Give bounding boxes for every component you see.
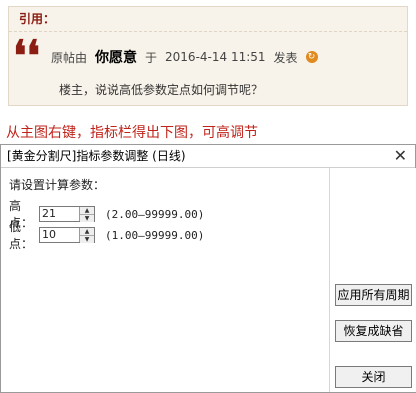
- param-row-low: 低点： 10 ▲ ▼ (1.00—99999.00): [9, 218, 204, 252]
- low-point-stepper[interactable]: 10 ▲ ▼: [39, 227, 95, 243]
- close-button[interactable]: 关闭: [335, 366, 412, 388]
- posted-label: 发表: [273, 50, 298, 65]
- apply-all-periods-button[interactable]: 应用所有周期: [335, 284, 412, 306]
- quote-meta: 原帖由 你愿意 于 2016-4-14 11:51 发表 ↻: [51, 47, 318, 67]
- param-range: (1.00—99999.00): [105, 228, 205, 242]
- quote-body: 楼主，说说高低参数定点如何调节呢？: [59, 83, 264, 97]
- low-point-input[interactable]: 10: [40, 228, 79, 242]
- quote-mark-icon: ❛❛: [13, 31, 41, 80]
- param-label: 低点：: [9, 220, 34, 251]
- dialog-body: 请设置计算参数： 高点： 21 ▲ ▼ (2.00—99999.00) 低点： …: [1, 168, 329, 392]
- dialog-title: [黄金分割尺]指标参数调整 (日线): [1, 145, 415, 168]
- goto-post-icon[interactable]: ↻: [305, 51, 318, 63]
- spin-up-icon[interactable]: ▲: [80, 228, 94, 235]
- dialog-button-panel: 应用所有周期 恢复成缺省 关闭: [329, 168, 416, 392]
- quote-header: 引用：: [9, 7, 407, 32]
- quote-box: 引用： ❛❛ 原帖由 你愿意 于 2016-4-14 11:51 发表 ↻ 楼主…: [8, 6, 408, 106]
- indicator-params-dialog: [黄金分割尺]指标参数调整 (日线) ✕ 请设置计算参数： 高点： 21 ▲ ▼…: [0, 144, 416, 393]
- spin-down-icon[interactable]: ▼: [80, 235, 94, 243]
- caption-text: 从主图右键，指标栏得出下图，可高调节: [6, 125, 258, 141]
- original-by-label: 原帖由: [51, 50, 88, 65]
- params-prompt: 请设置计算参数：: [9, 178, 106, 192]
- restore-default-button[interactable]: 恢复成缺省: [335, 320, 412, 342]
- at-label: 于: [145, 50, 158, 65]
- close-icon[interactable]: ✕: [394, 145, 407, 167]
- spin-up-icon[interactable]: ▲: [80, 207, 94, 214]
- post-datetime: 2016-4-14 11:51: [165, 50, 266, 64]
- author-name[interactable]: 你愿意: [95, 47, 137, 67]
